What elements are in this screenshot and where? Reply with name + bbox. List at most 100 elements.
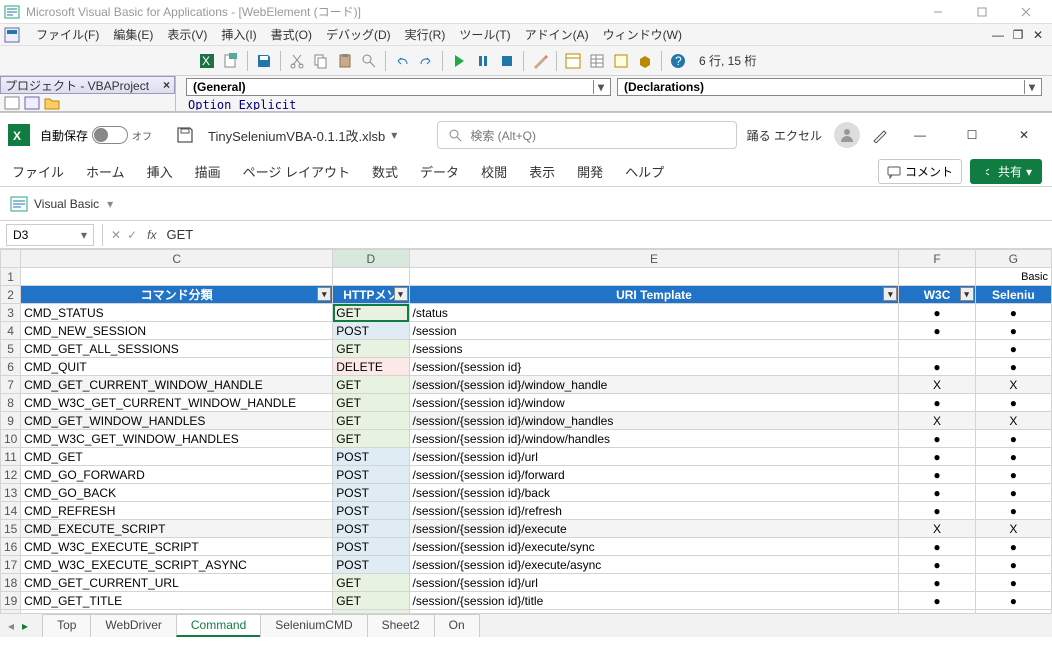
sheet-tab-WebDriver[interactable]: WebDriver [90, 614, 176, 637]
ribﾎﾞﾝ-dropdown-icon[interactable]: ▾ [107, 197, 113, 211]
row-header[interactable]: 8 [1, 394, 21, 412]
cell[interactable]: CMD_W3C_EXECUTE_SCRIPT_ASYNC [21, 556, 333, 574]
cell[interactable]: /session [409, 322, 899, 340]
cell[interactable]: X [975, 520, 1051, 538]
filter-icon[interactable]: ▾ [317, 287, 331, 301]
cell[interactable]: CMD_GO_BACK [21, 484, 333, 502]
excel-close-button[interactable]: ✕ [1004, 119, 1044, 151]
menu-addins[interactable]: アドイン(A) [519, 24, 595, 45]
cell[interactable]: X [899, 412, 975, 430]
row-header[interactable]: 3 [1, 304, 21, 322]
search-box[interactable]: 検索 (Alt+Q) [437, 121, 737, 149]
spreadsheet-grid[interactable]: CDEFG1Basic2 コマンド分類▾ HTTPメソ▾ URI Templat… [0, 249, 1052, 613]
name-box[interactable]: D3 ▾ [6, 224, 94, 246]
filename[interactable]: TinySeleniumVBA-0.1.1改.xlsb [208, 126, 385, 145]
excel-app-icon[interactable]: X [8, 124, 30, 146]
row-header[interactable]: 11 [1, 448, 21, 466]
autosave-toggle[interactable]: 自動保存 オフ [40, 126, 152, 144]
cell[interactable]: X [899, 376, 975, 394]
table-header[interactable]: W3C▾ [899, 286, 975, 304]
cell[interactable]: ● [899, 394, 975, 412]
col-header-G[interactable]: G [975, 250, 1051, 268]
cell[interactable]: ● [899, 358, 975, 376]
help-icon[interactable]: ? [667, 50, 689, 72]
sheet-nav-prev-icon[interactable]: ◂ [8, 619, 14, 633]
cell[interactable]: /session/{session id}/execute [409, 520, 899, 538]
reset-icon[interactable] [496, 50, 518, 72]
mdi-minimize-button[interactable]: — [988, 26, 1008, 44]
menu-view[interactable]: 表示(V) [161, 24, 213, 45]
cell[interactable]: ● [899, 448, 975, 466]
cell[interactable]: ● [899, 430, 975, 448]
sheet-tab-SeleniumCMD[interactable]: SeleniumCMD [260, 614, 367, 637]
sheet-tab-Sheet2[interactable]: Sheet2 [367, 614, 435, 637]
cell[interactable]: /status [409, 304, 899, 322]
cell[interactable]: ● [899, 556, 975, 574]
menu-run[interactable]: 実行(R) [399, 24, 452, 45]
cell[interactable]: ● [899, 592, 975, 610]
cell[interactable]: ● [975, 448, 1051, 466]
procedure-combo[interactable]: (Declarations)▾ [617, 78, 1042, 96]
excel-minimize-button[interactable]: — [900, 119, 940, 151]
cell[interactable]: ● [975, 394, 1051, 412]
cell[interactable]: ● [899, 322, 975, 340]
tab-file[interactable]: ファイル [10, 158, 66, 185]
cell[interactable]: /session/{session id}/window_handles [409, 412, 899, 430]
copy-icon[interactable] [310, 50, 332, 72]
mdi-close-button[interactable]: ✕ [1028, 26, 1048, 44]
cell[interactable]: GET [333, 412, 409, 430]
view-excel-icon[interactable]: X [196, 50, 218, 72]
tab-pagelayout[interactable]: ページ レイアウト [241, 158, 352, 185]
cell[interactable]: GET [333, 592, 409, 610]
row-header[interactable]: 18 [1, 574, 21, 592]
undo-icon[interactable] [391, 50, 413, 72]
user-avatar-icon[interactable] [834, 122, 860, 148]
tab-home[interactable]: ホーム [84, 158, 127, 185]
cell[interactable]: CMD_NEW_SESSION [21, 322, 333, 340]
row-header[interactable]: 6 [1, 358, 21, 376]
cell[interactable]: CMD_GO_FORWARD [21, 466, 333, 484]
cell[interactable]: ● [899, 466, 975, 484]
close-button[interactable] [1004, 0, 1048, 24]
cell[interactable]: ● [975, 484, 1051, 502]
cell[interactable]: CMD_GET_ALL_SESSIONS [21, 340, 333, 358]
properties-icon[interactable] [586, 50, 608, 72]
cell[interactable]: GET [333, 430, 409, 448]
filter-icon[interactable]: ▾ [394, 287, 408, 301]
filter-icon[interactable]: ▾ [960, 287, 974, 301]
row-header[interactable]: 7 [1, 376, 21, 394]
find-icon[interactable] [358, 50, 380, 72]
cell[interactable]: POST [333, 538, 409, 556]
save-icon[interactable] [176, 126, 194, 144]
cell[interactable]: ● [975, 304, 1051, 322]
excel-maximize-button[interactable]: ☐ [952, 119, 992, 151]
view-code-icon[interactable] [4, 96, 20, 110]
cell[interactable]: ● [975, 358, 1051, 376]
cell[interactable]: X [975, 376, 1051, 394]
row-header[interactable]: 9 [1, 412, 21, 430]
select-all[interactable] [1, 250, 21, 268]
cell[interactable]: ● [975, 502, 1051, 520]
cell[interactable]: ● [975, 430, 1051, 448]
formula-value[interactable]: GET [166, 227, 193, 242]
insert-module-icon[interactable] [220, 50, 242, 72]
tab-draw[interactable]: 描画 [193, 158, 223, 185]
table-header[interactable]: コマンド分類▾ [21, 286, 333, 304]
cell[interactable]: X [899, 520, 975, 538]
design-mode-icon[interactable] [529, 50, 551, 72]
sheet-tab-On[interactable]: On [434, 614, 480, 637]
cell[interactable]: /session/{session id}/source [409, 610, 899, 614]
run-icon[interactable] [448, 50, 470, 72]
share-button[interactable]: 共有 ▾ [970, 159, 1042, 184]
cell[interactable]: CMD_GET [21, 448, 333, 466]
cell[interactable]: ● [899, 610, 975, 614]
object-combo[interactable]: (General)▾ [186, 78, 611, 96]
project-close-icon[interactable]: × [163, 78, 170, 92]
cell[interactable]: ● [975, 610, 1051, 614]
cell[interactable]: /session/{session id}/execute/sync [409, 538, 899, 556]
cell[interactable]: POST [333, 502, 409, 520]
row-header[interactable]: 17 [1, 556, 21, 574]
tab-insert[interactable]: 挿入 [145, 158, 175, 185]
cell[interactable]: CMD_GET_CURRENT_URL [21, 574, 333, 592]
row-header[interactable]: 20 [1, 610, 21, 614]
